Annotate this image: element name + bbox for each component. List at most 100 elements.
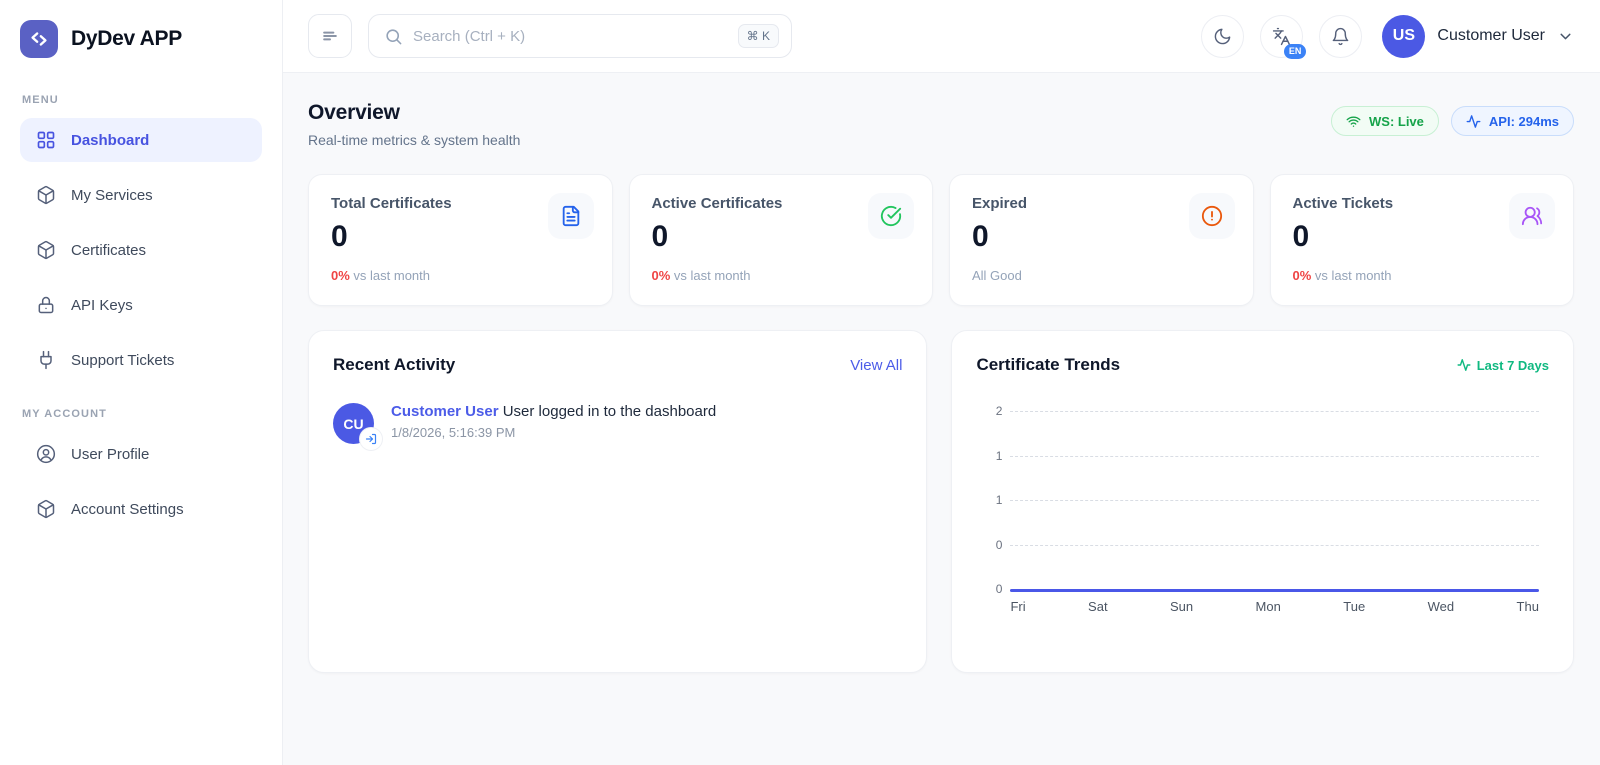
ws-status-badge: WS: Live [1331,106,1439,136]
gridline [1010,411,1539,412]
page-title-block: Overview Real-time metrics & system heal… [308,101,520,148]
stat-delta: 0% [652,268,671,283]
search-input[interactable] [413,28,728,45]
y-tick-label: 1 [986,493,1002,507]
recent-activity-panel: Recent Activity View All CU Custom [308,330,927,673]
wifi-icon [1346,114,1361,129]
sidebar-item-user-profile[interactable]: User Profile [20,432,262,476]
app-root: DyDev APP MENU Dashboard My Services Cer… [0,0,1600,765]
sidebar-item-my-services[interactable]: My Services [20,173,262,217]
sidebar-item-account-settings[interactable]: Account Settings [20,487,262,531]
activity-avatar: CU [333,403,374,444]
activity-timestamp: 1/8/2026, 5:16:39 PM [391,425,716,440]
dark-mode-toggle[interactable] [1201,15,1244,58]
certificate-trends-title: Certificate Trends [976,355,1120,375]
page-header: Overview Real-time metrics & system heal… [308,101,1574,148]
activity-action-text: User logged in to the dashboard [503,403,716,420]
sidebar-section-my-account: MY ACCOUNT [22,408,262,420]
language-switcher-button[interactable]: EN [1260,15,1303,58]
trend-period-label: Last 7 Days [1477,358,1549,373]
notifications-button[interactable] [1319,15,1362,58]
activity-list-item[interactable]: CU Customer User User logged in to the d… [333,403,902,444]
moon-icon [1213,27,1232,46]
y-tick-label: 2 [986,404,1002,418]
sidebar-item-dashboard[interactable]: Dashboard [20,118,262,162]
stat-note: vs last month [1315,268,1392,283]
sidebar-toggle-button[interactable] [308,14,352,58]
plug-icon [36,350,56,370]
stat-footnote: 0% vs last month [1293,268,1552,283]
view-all-link[interactable]: View All [850,357,902,374]
trend-period-badge: Last 7 Days [1457,358,1549,373]
users-icon [1509,193,1555,239]
package-icon [36,240,56,260]
user-circle-icon [36,444,56,464]
stat-card-total-certificates: Total Certificates 0 0% vs last month [308,174,613,306]
line-chart: 2 1 1 0 0 Fri Sat Sun Mon Tue Wed [976,411,1549,614]
top-header: ⌘ K EN US Customer Us [283,0,1600,73]
sidebar-item-label: Support Tickets [71,352,174,369]
grid-icon [36,130,56,150]
page-title: Overview [308,101,520,125]
bottom-panels: Recent Activity View All CU Custom [308,330,1574,673]
search-shortcut-kbd: ⌘ K [738,24,779,48]
sidebar-item-label: Account Settings [71,501,184,518]
stat-delta: 0% [1293,268,1312,283]
sidebar-item-label: My Services [71,187,153,204]
activity-text-block: Customer User User logged in to the dash… [391,403,716,444]
sidebar-item-api-keys[interactable]: API Keys [20,283,262,327]
y-tick-label: 0 [986,538,1002,552]
y-tick-label: 1 [986,449,1002,463]
user-menu[interactable]: US Customer User [1382,15,1574,58]
sidebar-item-certificates[interactable]: Certificates [20,228,262,272]
stat-cards-row: Total Certificates 0 0% vs last month Ac… [308,174,1574,306]
x-tick-label: Thu [1517,599,1539,614]
search-bar[interactable]: ⌘ K [368,14,792,58]
lock-icon [36,295,56,315]
app-logo-icon [20,20,58,58]
api-latency-label: API: 294ms [1489,114,1559,129]
sidebar-section-menu: MENU [22,94,262,106]
language-badge: EN [1284,44,1307,59]
x-axis-labels: Fri Sat Sun Mon Tue Wed Thu [1010,599,1539,614]
login-icon [360,428,382,450]
data-series-line [1010,589,1539,592]
stat-footnote: 0% vs last month [331,268,590,283]
translate-icon [1272,27,1291,46]
certificate-trends-panel: Certificate Trends Last 7 Days 2 1 [951,330,1574,673]
recent-activity-header: Recent Activity View All [333,355,902,375]
sidebar-item-label: Dashboard [71,132,149,149]
page-subtitle: Real-time metrics & system health [308,132,520,148]
x-tick-label: Fri [1010,599,1025,614]
user-avatar: US [1382,15,1425,58]
x-tick-label: Sun [1170,599,1193,614]
stat-footnote: 0% vs last month [652,268,911,283]
sidebar: DyDev APP MENU Dashboard My Services Cer… [0,0,283,765]
recent-activity-title: Recent Activity [333,355,455,375]
app-logo[interactable]: DyDev APP [20,16,262,68]
x-tick-label: Mon [1256,599,1281,614]
user-name: Customer User [1437,27,1545,45]
chart-plot-area: 2 1 1 0 0 [1010,411,1539,589]
search-icon [384,27,403,46]
sidebar-item-label: Certificates [71,242,146,259]
certificate-trends-header: Certificate Trends Last 7 Days [976,355,1549,375]
sidebar-item-label: API Keys [71,297,133,314]
stat-card-expired: Expired 0 All Good [949,174,1254,306]
gridline [1010,500,1539,501]
activity-message: Customer User User logged in to the dash… [391,403,716,420]
bell-icon [1331,27,1350,46]
app-title: DyDev APP [71,27,182,51]
stat-note: vs last month [674,268,751,283]
sidebar-item-label: User Profile [71,446,149,463]
activity-user-link[interactable]: Customer User [391,403,499,420]
api-latency-badge: API: 294ms [1451,106,1574,136]
sidebar-item-support-tickets[interactable]: Support Tickets [20,338,262,382]
content-column: ⌘ K EN US Customer Us [283,0,1600,765]
y-tick-label: 0 [986,582,1002,596]
ws-status-label: WS: Live [1369,114,1424,129]
gridline [1010,456,1539,457]
stat-footnote: All Good [972,268,1231,283]
x-tick-label: Sat [1088,599,1108,614]
check-circle-icon [868,193,914,239]
